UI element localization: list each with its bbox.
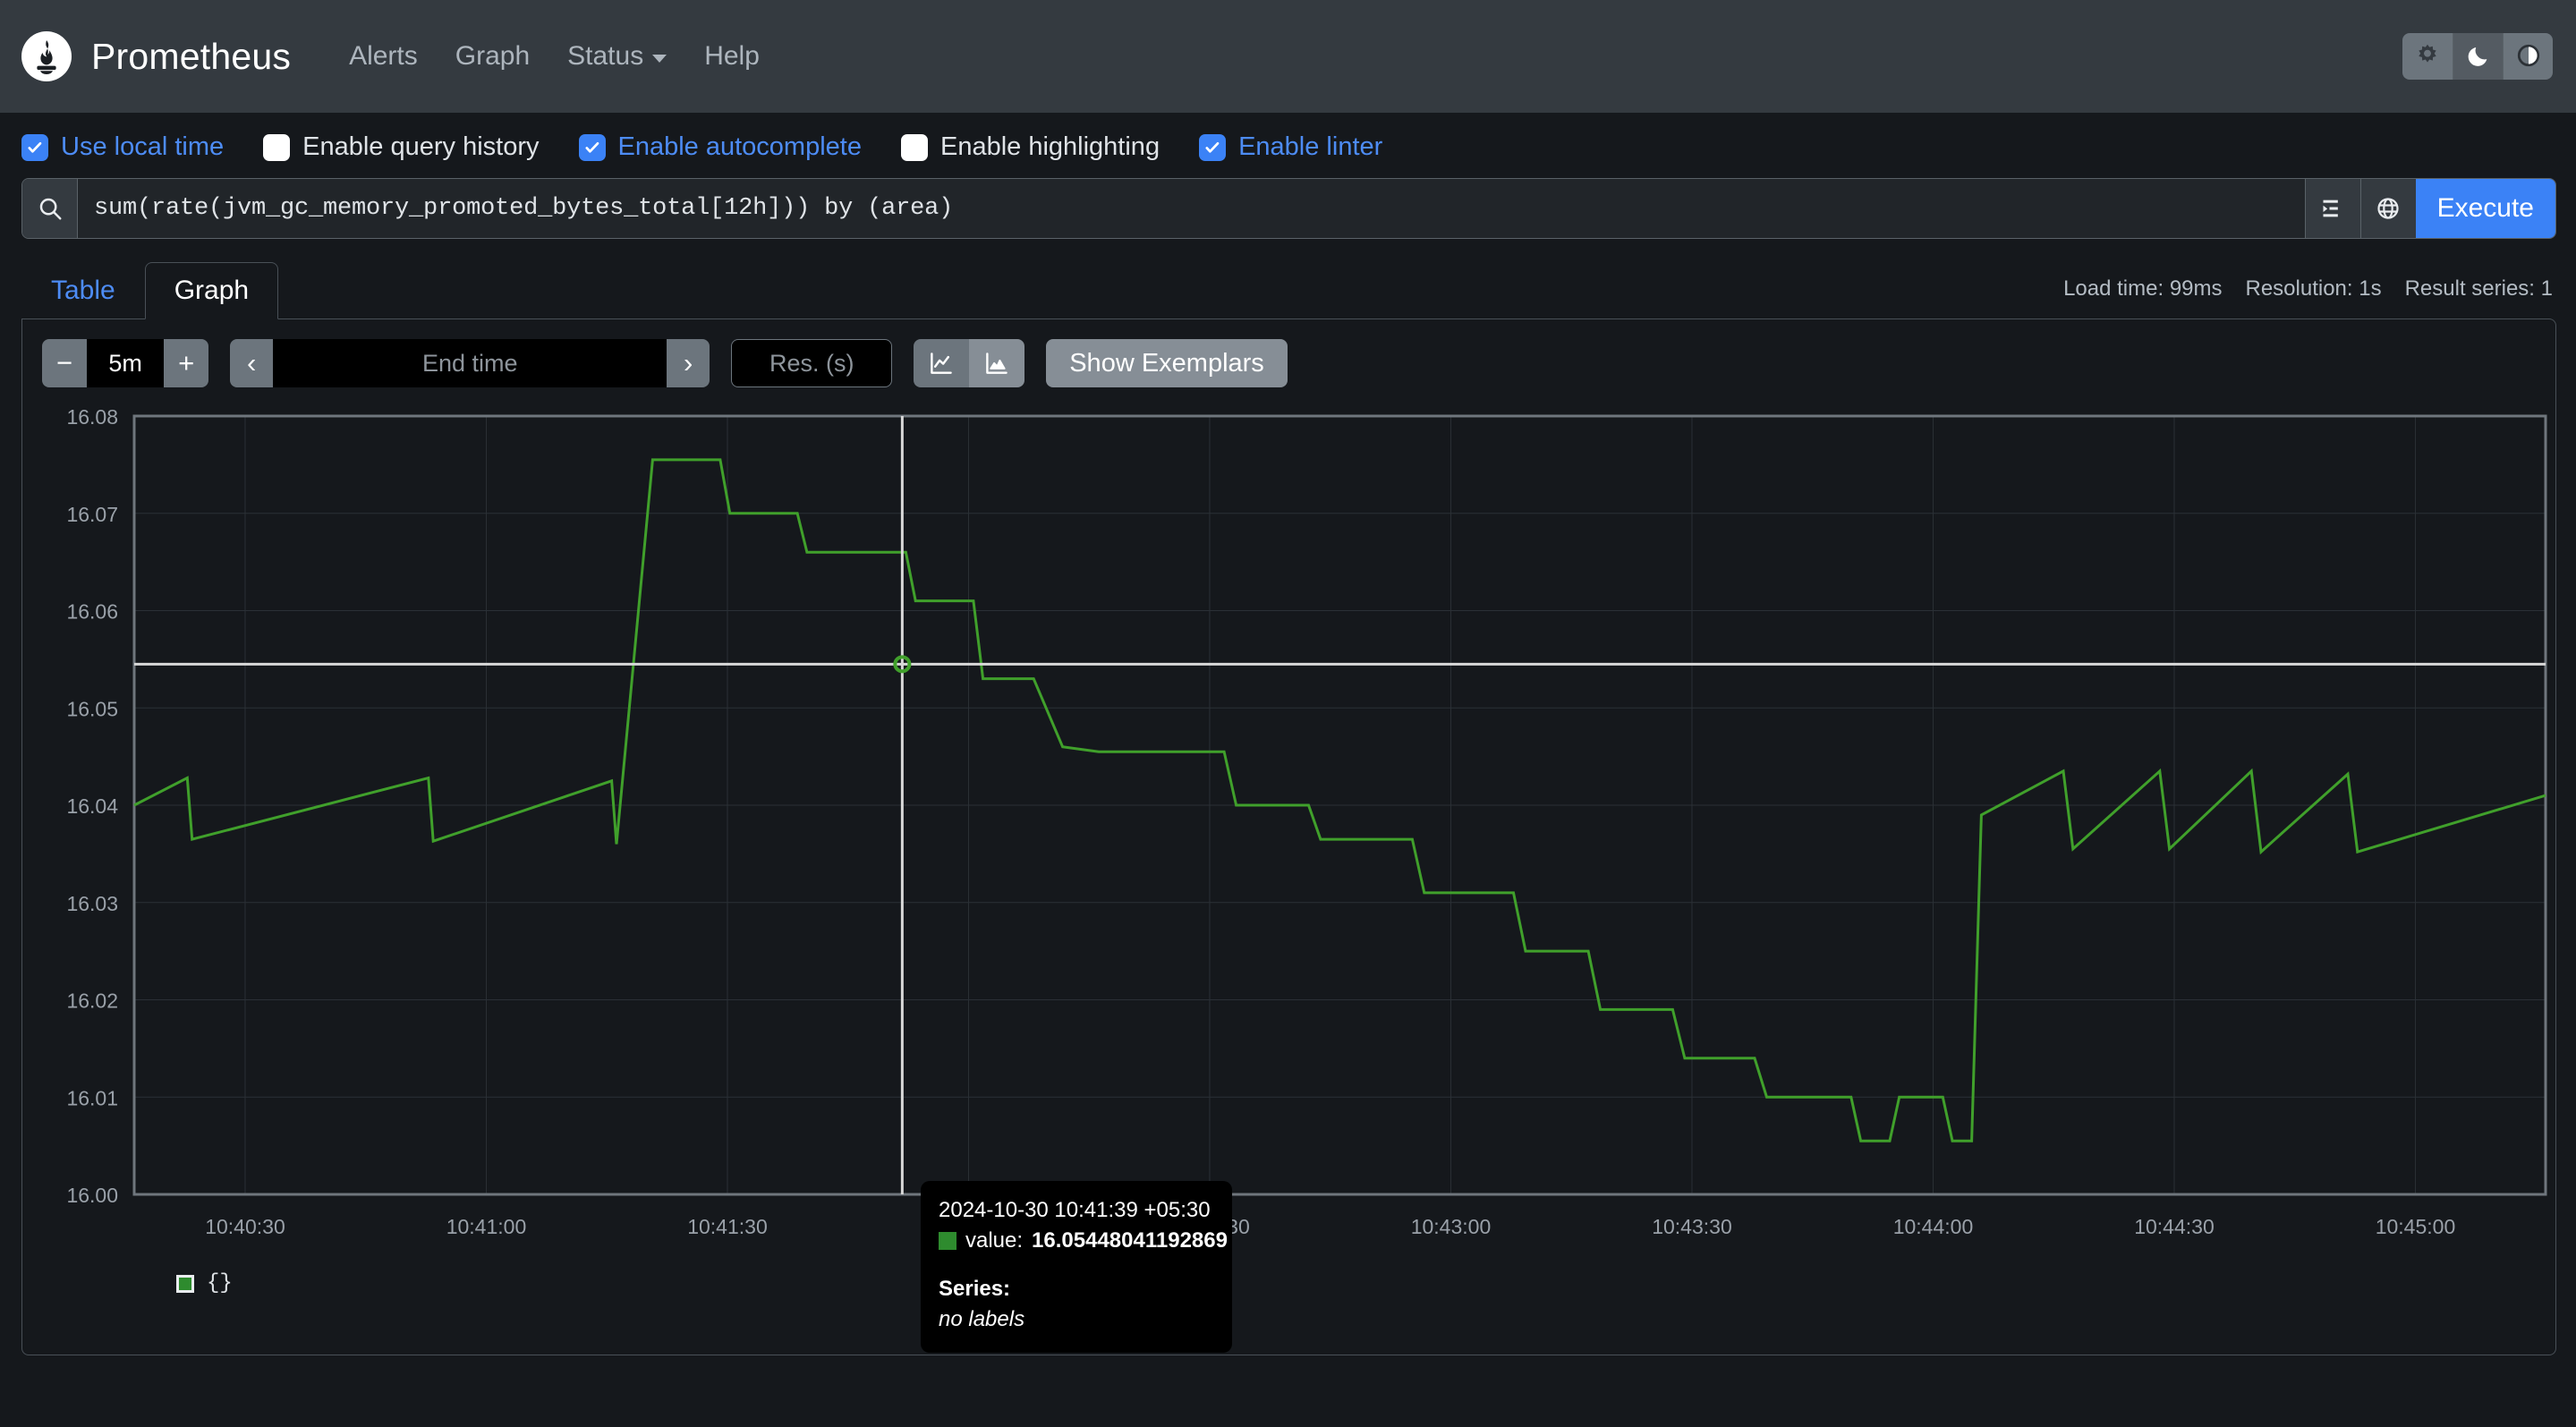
theme-auto-button[interactable] <box>2503 33 2553 80</box>
time-prev-button[interactable]: ‹ <box>230 339 274 387</box>
range-input-group: − + <box>42 339 209 387</box>
enable-highlighting-label: Enable highlighting <box>939 132 1160 161</box>
x-axis-tick-label: 10:40:30 <box>205 1215 285 1238</box>
x-axis-tick-label: 10:44:00 <box>1893 1215 1974 1238</box>
x-axis-tick-label: 10:41:00 <box>446 1215 527 1238</box>
legend-item-label[interactable]: {} <box>207 1271 233 1295</box>
y-axis-tick-label: 16.00 <box>66 1184 118 1207</box>
enable-query-history-checkbox[interactable] <box>263 133 291 161</box>
nav-links: Alerts Graph Status Help <box>330 41 778 72</box>
moon-icon <box>2466 43 2491 71</box>
contrast-icon <box>2516 43 2541 71</box>
enable-autocomplete-label: Enable autocomplete <box>617 132 862 161</box>
option-enable-linter[interactable]: Enable linter <box>1199 132 1382 162</box>
stat-resolution: Resolution: 1s <box>2245 276 2382 301</box>
search-icon[interactable] <box>22 179 78 238</box>
brand-name: Prometheus <box>91 35 292 77</box>
enable-query-history-label: Enable query history <box>302 132 540 161</box>
chart-legend: {} <box>22 1271 2555 1295</box>
query-input[interactable] <box>78 179 2305 238</box>
graph-svg[interactable]: 16.00 16.01 16.02 16.03 16.04 16.05 16.06 16.07… <box>22 407 2557 1266</box>
query-stats: Load time: 99ms Resolution: 1s Result se… <box>2063 276 2553 302</box>
brand[interactable]: Prometheus <box>21 31 291 81</box>
option-enable-autocomplete[interactable]: Enable autocomplete <box>578 132 862 162</box>
x-axis-tick-label: 10:42:00 <box>929 1215 1009 1238</box>
tab-table[interactable]: Table <box>21 262 145 319</box>
stat-result-series: Result series: 1 <box>2404 276 2553 301</box>
globe-icon[interactable] <box>2359 179 2416 238</box>
result-tabs-wrap: Table Graph Load time: 99ms Resolution: … <box>21 262 2556 319</box>
theme-light-button[interactable] <box>2402 33 2453 80</box>
stat-load-time: Load time: 99ms <box>2063 276 2223 301</box>
show-exemplars-button[interactable]: Show Exemplars <box>1046 339 1288 387</box>
nav-link-graph[interactable]: Graph <box>437 41 548 72</box>
stacked-area-chart-icon[interactable] <box>969 339 1025 387</box>
resolution-input[interactable] <box>731 339 893 387</box>
nav-link-help-label: Help <box>704 41 760 71</box>
navbar: Prometheus Alerts Graph Status Help <box>0 0 2576 113</box>
nav-link-status-label: Status <box>567 41 644 71</box>
enable-autocomplete-checkbox[interactable] <box>578 133 606 161</box>
chart-type-group <box>914 339 1025 387</box>
series-line <box>133 458 2546 1142</box>
options-row: Use local time Enable query history Enab… <box>0 113 2576 178</box>
x-axis-tick-label: 10:41:30 <box>687 1215 768 1238</box>
y-axis-tick-label: 16.03 <box>66 892 118 915</box>
enable-linter-checkbox[interactable] <box>1199 133 1227 161</box>
nav-link-status[interactable]: Status <box>548 41 685 72</box>
y-axis-tick-label: 16.08 <box>66 407 118 429</box>
prometheus-flame-icon <box>21 31 72 81</box>
y-axis-tick-label: 16.07 <box>66 503 118 526</box>
legend-color-swatch[interactable] <box>176 1274 194 1293</box>
format-query-icon[interactable] <box>2304 179 2360 238</box>
y-axis-tick-label: 16.06 <box>66 600 118 624</box>
chart-area[interactable]: 16.00 16.01 16.02 16.03 16.04 16.05 16.06 16.07… <box>22 407 2557 1354</box>
option-use-local-time[interactable]: Use local time <box>21 132 224 162</box>
tab-graph[interactable]: Graph <box>144 262 279 319</box>
graph-panel: − + ‹ › Show Exemplars <box>21 319 2556 1355</box>
theme-dark-button[interactable] <box>2453 33 2503 80</box>
enable-linter-label: Enable linter <box>1238 132 1383 161</box>
nav-link-help[interactable]: Help <box>685 41 778 72</box>
x-axis-tick-label: 10:45:00 <box>2376 1215 2456 1238</box>
use-local-time-checkbox[interactable] <box>21 133 48 161</box>
nav-link-alerts[interactable]: Alerts <box>330 41 437 72</box>
y-axis-tick-label: 16.05 <box>66 697 118 720</box>
tooltip-series-value: no labels <box>939 1307 1025 1332</box>
enable-highlighting-checkbox[interactable] <box>900 133 928 161</box>
chevron-down-icon <box>652 54 667 63</box>
end-time-group: ‹ › <box>230 339 710 387</box>
x-axis-tick-label: 10:44:30 <box>2134 1215 2215 1238</box>
y-axis-tick-label: 16.01 <box>66 1086 118 1109</box>
line-chart-icon[interactable] <box>914 339 970 387</box>
query-bar: Execute <box>21 178 2556 239</box>
y-axis-tick-label: 16.02 <box>66 990 118 1013</box>
nav-link-alerts-label: Alerts <box>349 41 418 71</box>
range-decrease-button[interactable]: − <box>42 339 88 387</box>
option-enable-highlighting[interactable]: Enable highlighting <box>900 132 1160 162</box>
option-enable-query-history[interactable]: Enable query history <box>263 132 540 162</box>
execute-button[interactable]: Execute <box>2415 179 2555 238</box>
end-time-input[interactable] <box>273 339 667 387</box>
y-axis-tick-label: 16.04 <box>66 794 118 818</box>
use-local-time-label: Use local time <box>61 132 225 161</box>
range-input[interactable] <box>87 339 165 387</box>
time-next-button[interactable]: › <box>667 339 710 387</box>
x-axis-tick-label: 10:42:30 <box>1169 1215 1250 1238</box>
nav-link-graph-label: Graph <box>455 41 531 71</box>
graph-controls: − + ‹ › Show Exemplars <box>22 319 2555 387</box>
theme-toggle-group <box>2402 33 2553 80</box>
sun-icon <box>2415 43 2440 71</box>
x-axis-tick-label: 10:43:30 <box>1652 1215 1732 1238</box>
range-increase-button[interactable]: + <box>164 339 209 387</box>
x-axis-tick-label: 10:43:00 <box>1411 1215 1492 1238</box>
